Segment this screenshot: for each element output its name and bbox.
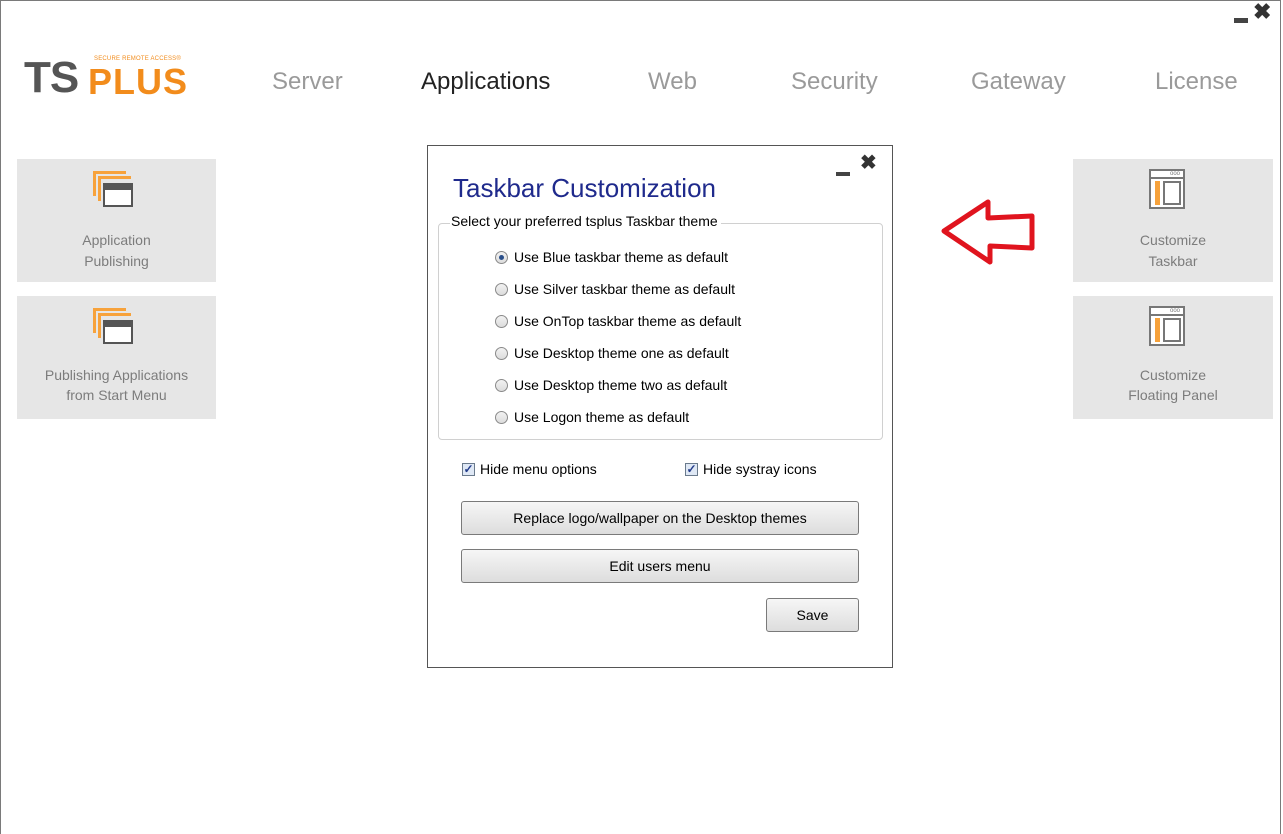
customize-floating-panel-tile[interactable]: ooo Customize Floating Panel	[1073, 296, 1273, 419]
tile-label: Customize	[1139, 232, 1207, 248]
radio[interactable]	[495, 410, 508, 424]
radio[interactable]	[495, 314, 508, 328]
minimize-icon[interactable]	[836, 172, 850, 176]
dialog-title: Taskbar Customization	[453, 173, 716, 203]
checkbox-label: Hide systray icons	[703, 461, 817, 477]
checkbox-checked[interactable]: ✓	[462, 462, 475, 476]
tile-label: Customize	[1139, 367, 1207, 383]
logo-ts: TS	[24, 53, 79, 102]
taskbar-customization-dialog: ✖ Taskbar Customization Select your pref…	[427, 145, 893, 668]
publishing-start-menu-tile[interactable]: Publishing Applications from Start Menu	[17, 296, 216, 419]
edit-users-menu-button[interactable]: Edit users menu	[461, 549, 859, 583]
tile-label: from Start Menu	[66, 387, 167, 403]
windows-stack-icon	[93, 171, 137, 211]
theme-group-label: Select your preferred tsplus Taskbar the…	[450, 213, 721, 229]
replace-logo-button[interactable]: Replace logo/wallpaper on the Desktop th…	[461, 501, 859, 535]
panel-window-icon: ooo	[1149, 306, 1191, 350]
radio[interactable]	[495, 346, 508, 360]
radio[interactable]	[495, 378, 508, 392]
radio[interactable]	[495, 282, 508, 296]
customize-taskbar-tile[interactable]: ooo Customize Taskbar	[1073, 159, 1273, 282]
tab-applications[interactable]: Applications	[421, 68, 550, 96]
save-button[interactable]: Save	[766, 598, 859, 632]
theme-option-label: Use Silver taskbar theme as default	[514, 281, 735, 297]
tab-server[interactable]: Server	[272, 68, 343, 96]
theme-option-label: Use Desktop theme one as default	[514, 345, 729, 361]
logo-plus: PLUS	[88, 61, 189, 102]
close-icon[interactable]: ✖	[860, 152, 877, 174]
theme-option-label: Use Logon theme as default	[514, 409, 690, 425]
minimize-icon[interactable]	[1234, 18, 1248, 23]
theme-option[interactable]: Use Logon theme as default	[495, 407, 689, 427]
hide-menu-options-checkbox[interactable]: ✓ Hide menu options	[462, 459, 597, 479]
theme-option-label: Use Blue taskbar theme as default	[514, 249, 729, 265]
theme-option[interactable]: Use OnTop taskbar theme as default	[495, 311, 741, 331]
hide-systray-icons-checkbox[interactable]: ✓ Hide systray icons	[685, 459, 817, 479]
tile-label: Publishing	[84, 253, 149, 269]
tile-label: Application	[82, 232, 151, 248]
tile-label: Taskbar	[1148, 253, 1198, 269]
tab-security[interactable]: Security	[791, 68, 878, 96]
close-icon[interactable]: ✖	[1253, 0, 1271, 24]
checkbox-checked[interactable]: ✓	[685, 462, 698, 476]
theme-option[interactable]: Use Desktop theme one as default	[495, 343, 729, 363]
tile-label: Floating Panel	[1128, 387, 1218, 403]
tsplus-logo: TS SECURE REMOTE ACCESS® PLUS	[24, 56, 224, 106]
theme-option-label: Use Desktop theme two as default	[514, 377, 728, 393]
application-publishing-tile[interactable]: Application Publishing	[17, 159, 216, 282]
theme-option[interactable]: Use Desktop theme two as default	[495, 375, 727, 395]
tab-gateway[interactable]: Gateway	[971, 68, 1066, 96]
panel-window-icon: ooo	[1149, 169, 1191, 213]
windows-stack-icon	[93, 308, 137, 348]
tab-license[interactable]: License	[1155, 68, 1238, 96]
theme-option[interactable]: Use Blue taskbar theme as default	[495, 247, 728, 267]
left-arrow-icon	[941, 199, 1035, 265]
tile-label: Publishing Applications	[44, 367, 189, 383]
tab-web[interactable]: Web	[648, 68, 697, 96]
radio-selected[interactable]	[495, 250, 508, 264]
theme-option-label: Use OnTop taskbar theme as default	[514, 313, 742, 329]
checkbox-label: Hide menu options	[480, 461, 597, 477]
theme-option[interactable]: Use Silver taskbar theme as default	[495, 279, 735, 299]
